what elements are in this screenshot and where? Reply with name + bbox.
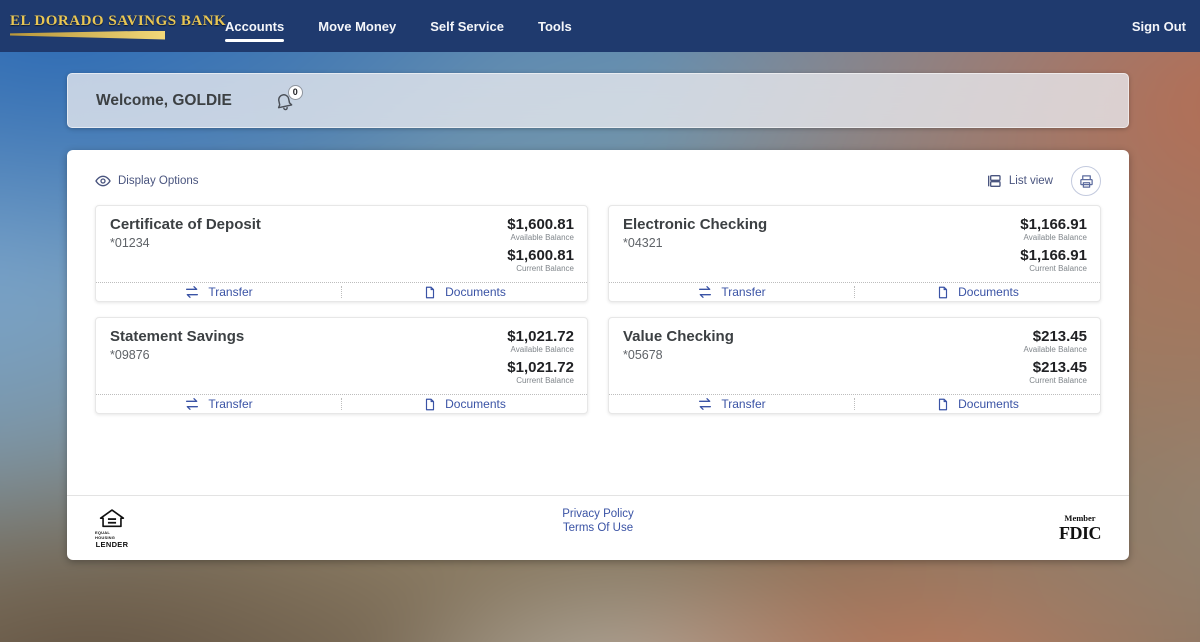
eye-icon [95, 173, 111, 189]
document-icon [423, 285, 437, 300]
current-balance-amount: $1,600.81 [507, 247, 574, 264]
notifications-button[interactable]: 0 [274, 91, 294, 111]
transfer-arrows-icon [184, 397, 200, 411]
document-icon [936, 285, 950, 300]
available-balance-label: Available Balance [1024, 345, 1087, 355]
primary-nav: Accounts Move Money Self Service Tools [225, 0, 572, 52]
list-view-toggle[interactable]: List view [986, 173, 1053, 189]
document-icon [936, 397, 950, 412]
panel-footer: EQUAL HOUSING LENDER Privacy Policy Term… [67, 495, 1129, 560]
account-number: *01234 [110, 236, 261, 250]
account-card-electronic-checking[interactable]: Electronic Checking *04321 $1,166.91 Ava… [608, 205, 1101, 302]
available-balance-amount: $1,166.91 [1020, 216, 1087, 233]
account-number: *05678 [623, 348, 734, 362]
current-balance-label: Current Balance [507, 264, 574, 274]
nav-tab-self-service[interactable]: Self Service [430, 0, 504, 52]
nav-tab-accounts[interactable]: Accounts [225, 0, 284, 52]
logo-swoosh [10, 31, 165, 40]
welcome-greeting: Welcome, GOLDIE [96, 92, 232, 110]
documents-label: Documents [958, 397, 1019, 411]
account-name: Statement Savings [110, 328, 244, 345]
list-view-label: List view [1009, 175, 1053, 187]
current-balance-amount: $1,166.91 [1020, 247, 1087, 264]
display-options-button[interactable]: Display Options [95, 173, 199, 189]
transfer-arrows-icon [697, 397, 713, 411]
transfer-button[interactable]: Transfer [609, 283, 854, 301]
documents-button[interactable]: Documents [855, 283, 1100, 301]
current-balance-amount: $1,021.72 [507, 359, 574, 376]
sign-out-button[interactable]: Sign Out [1132, 19, 1186, 34]
account-name: Value Checking [623, 328, 734, 345]
list-view-icon [986, 173, 1002, 189]
bank-logo[interactable]: EL DORADO SAVINGS BANK [10, 13, 175, 40]
welcome-banner: Welcome, GOLDIE 0 [67, 73, 1129, 128]
display-options-label: Display Options [118, 175, 199, 187]
document-icon [423, 397, 437, 412]
notification-count-badge: 0 [288, 85, 303, 100]
top-navbar: EL DORADO SAVINGS BANK Accounts Move Mon… [0, 0, 1200, 52]
current-balance-label: Current Balance [507, 376, 574, 386]
nav-tab-accounts-label: Accounts [225, 19, 284, 34]
documents-label: Documents [445, 285, 506, 299]
nav-tab-move-money-label: Move Money [318, 19, 396, 34]
available-balance-label: Available Balance [507, 345, 574, 355]
nav-tab-move-money[interactable]: Move Money [318, 0, 396, 52]
bank-logo-text: EL DORADO SAVINGS BANK [10, 13, 175, 30]
lender-text: LENDER [96, 540, 129, 549]
current-balance-label: Current Balance [1020, 264, 1087, 274]
documents-button[interactable]: Documents [342, 283, 587, 301]
privacy-policy-link[interactable]: Privacy Policy [67, 508, 1129, 521]
accounts-toolbar: Display Options List view [95, 170, 1101, 192]
terms-of-use-link[interactable]: Terms Of Use [67, 522, 1129, 535]
transfer-button[interactable]: Transfer [609, 395, 854, 413]
legal-links: Privacy Policy Terms Of Use [67, 508, 1129, 535]
print-button[interactable] [1071, 166, 1101, 196]
account-card-certificate-of-deposit[interactable]: Certificate of Deposit *01234 $1,600.81 … [95, 205, 588, 302]
transfer-label: Transfer [208, 285, 252, 299]
available-balance-label: Available Balance [507, 233, 574, 243]
accounts-panel: Display Options List view [67, 150, 1129, 560]
transfer-button[interactable]: Transfer [96, 395, 341, 413]
documents-button[interactable]: Documents [855, 395, 1100, 413]
transfer-label: Transfer [721, 285, 765, 299]
documents-button[interactable]: Documents [342, 395, 587, 413]
documents-label: Documents [445, 397, 506, 411]
transfer-arrows-icon [184, 285, 200, 299]
nav-tab-self-service-label: Self Service [430, 19, 504, 34]
printer-icon [1079, 174, 1094, 189]
account-name: Electronic Checking [623, 216, 767, 233]
account-number: *04321 [623, 236, 767, 250]
nav-tab-tools-label: Tools [538, 19, 572, 34]
account-card-value-checking[interactable]: Value Checking *05678 $213.45 Available … [608, 317, 1101, 414]
account-name: Certificate of Deposit [110, 216, 261, 233]
account-number: *09876 [110, 348, 244, 362]
available-balance-amount: $1,021.72 [507, 328, 574, 345]
available-balance-label: Available Balance [1020, 233, 1087, 243]
transfer-label: Transfer [721, 397, 765, 411]
current-balance-label: Current Balance [1024, 376, 1087, 386]
documents-label: Documents [958, 285, 1019, 299]
accounts-grid: Certificate of Deposit *01234 $1,600.81 … [95, 205, 1101, 414]
nav-tab-tools[interactable]: Tools [538, 0, 572, 52]
transfer-label: Transfer [208, 397, 252, 411]
transfer-arrows-icon [697, 285, 713, 299]
current-balance-amount: $213.45 [1024, 359, 1087, 376]
account-card-statement-savings[interactable]: Statement Savings *09876 $1,021.72 Avail… [95, 317, 588, 414]
available-balance-amount: $1,600.81 [507, 216, 574, 233]
transfer-button[interactable]: Transfer [96, 283, 341, 301]
available-balance-amount: $213.45 [1024, 328, 1087, 345]
